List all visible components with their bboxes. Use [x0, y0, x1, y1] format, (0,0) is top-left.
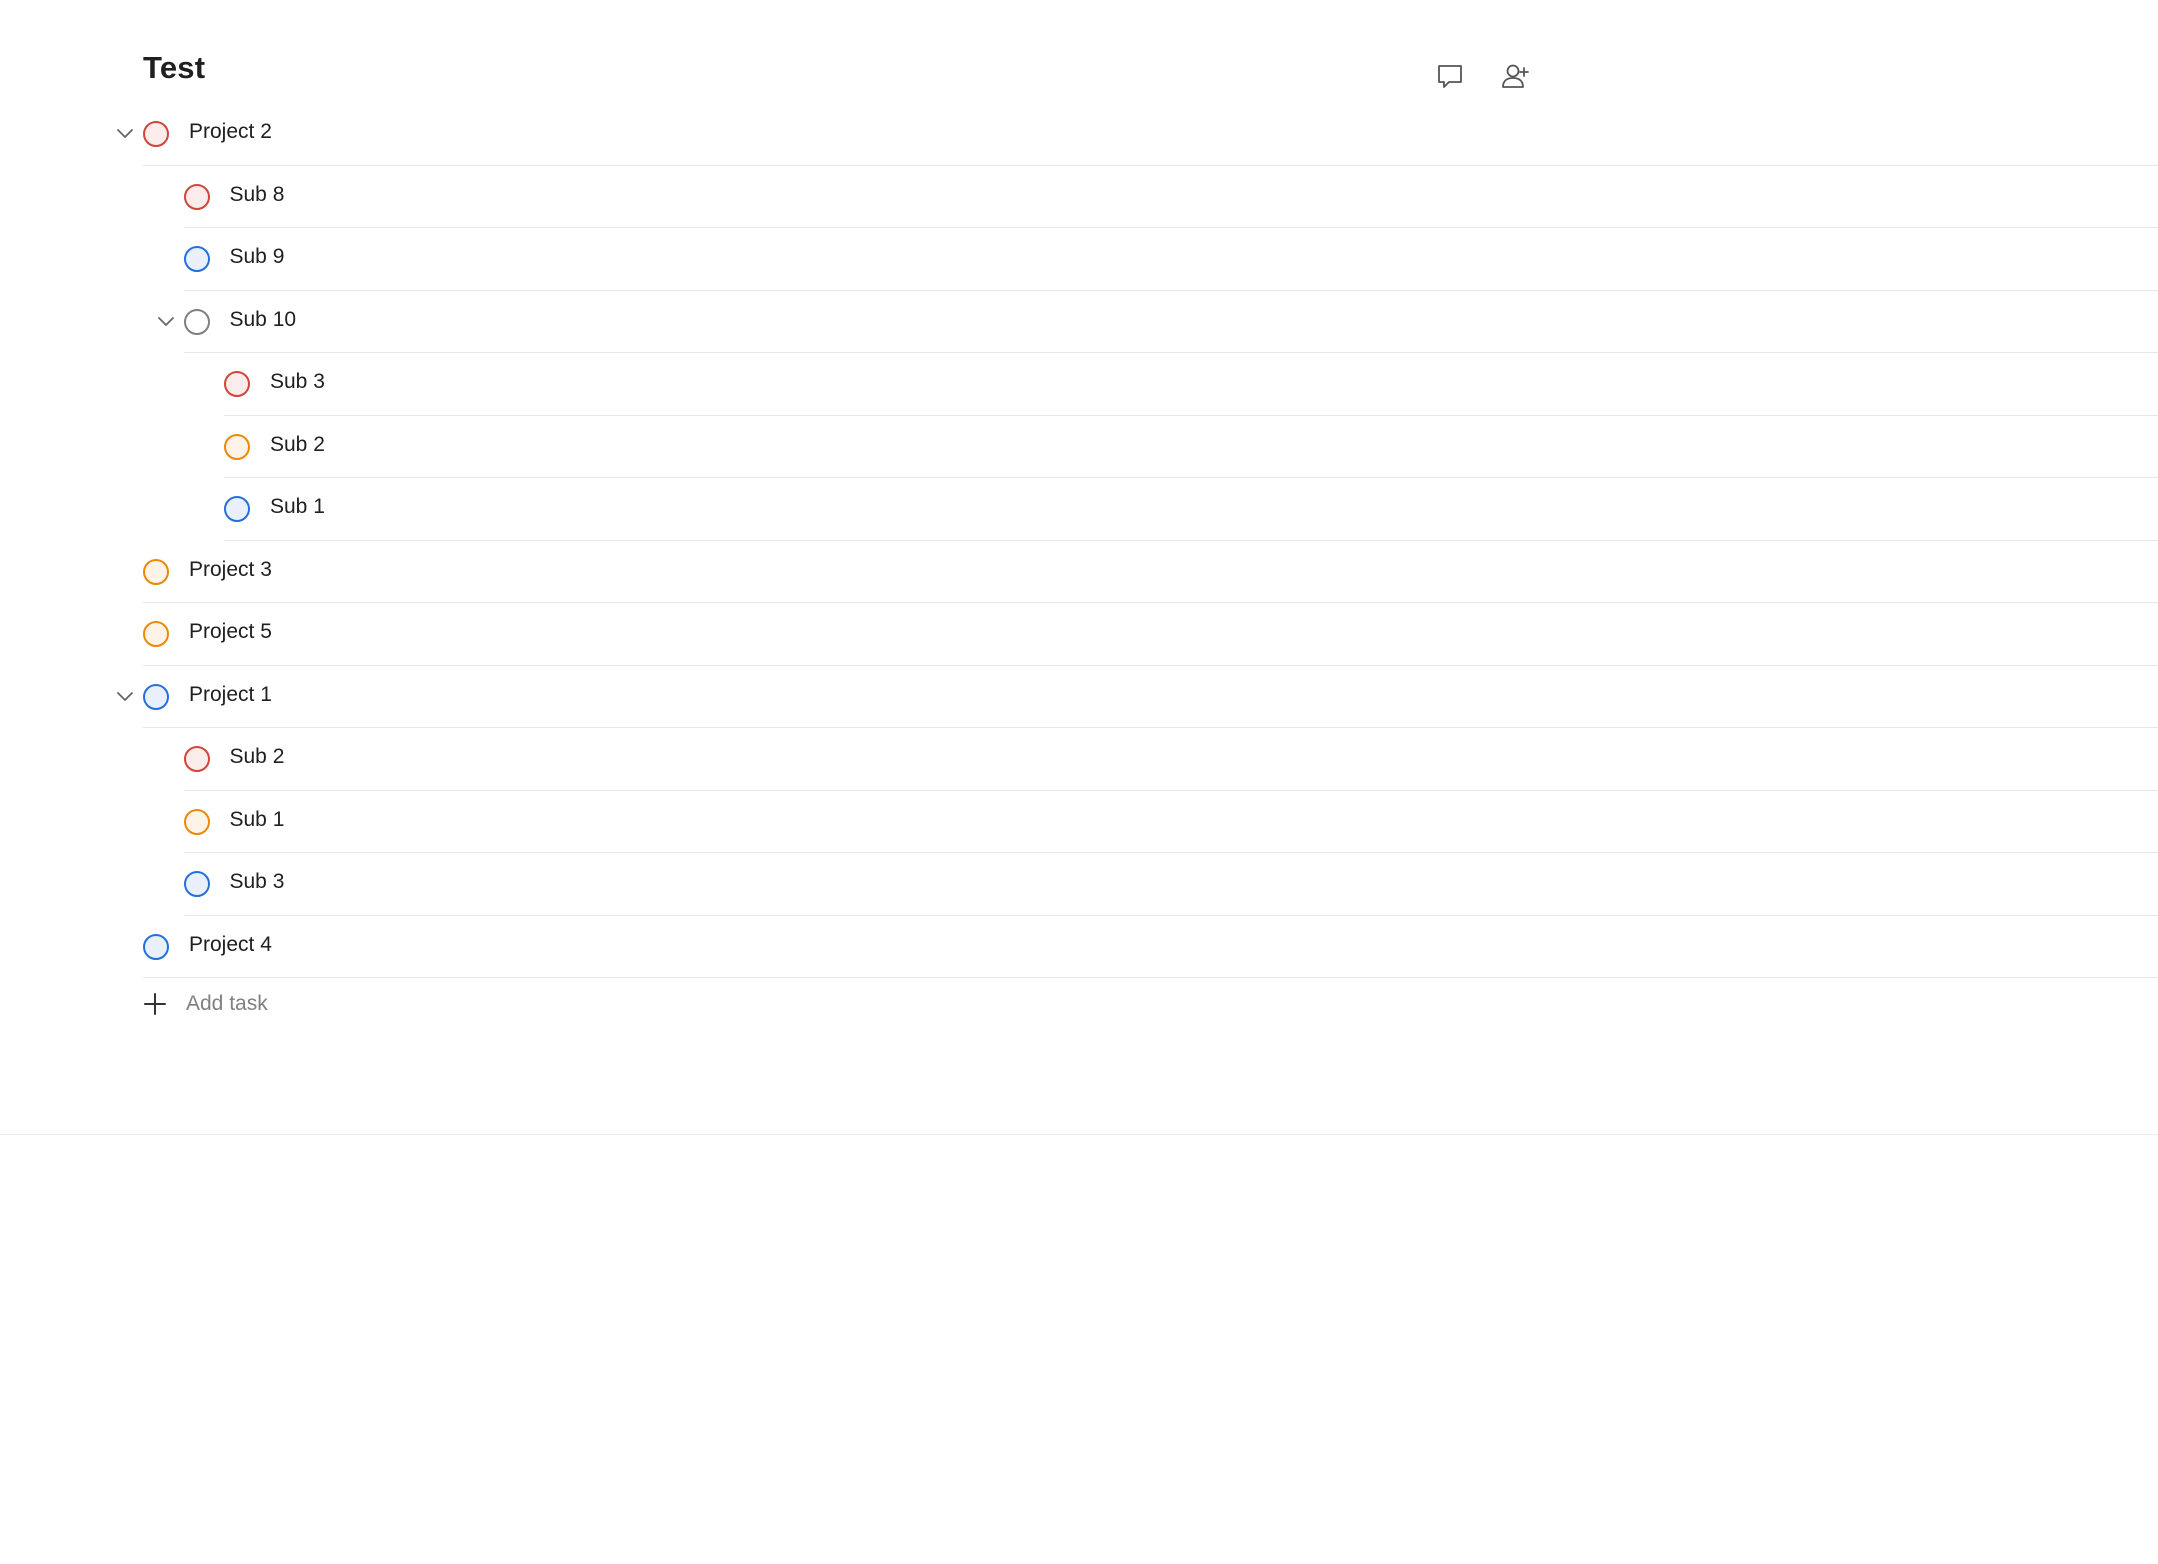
task-row[interactable]: Sub 1 — [0, 791, 2158, 853]
task-label[interactable]: Sub 2 — [230, 745, 285, 769]
task-label[interactable]: Sub 9 — [230, 245, 285, 269]
page-title: Test — [143, 50, 206, 85]
task-checkbox[interactable] — [143, 683, 169, 710]
task-list: Project 2 Sub 8 Sub 9 Sub 10 Sub 3 Sub 2 Sub 1… — [0, 103, 2158, 978]
task-row[interactable]: Project 2 — [0, 103, 2158, 166]
task-row[interactable]: Project 5 — [0, 603, 2158, 666]
task-checkbox[interactable] — [183, 808, 210, 835]
task-row[interactable]: Sub 10 — [0, 291, 2158, 353]
task-label[interactable]: Sub 2 — [270, 433, 325, 457]
task-checkbox[interactable] — [183, 871, 210, 897]
add-person-icon — [1500, 61, 1532, 96]
task-checkbox[interactable] — [183, 746, 210, 772]
task-label[interactable]: Sub 1 — [230, 808, 285, 832]
project-view: Test Project 2 Sub 8 Sub 9 Sub 10 Sub 3 Sub 2… — [0, 0, 2158, 1564]
add-task-button[interactable]: Add task — [141, 990, 268, 1018]
task-row[interactable]: Sub 2 — [0, 416, 2158, 478]
task-label[interactable]: Sub 10 — [230, 308, 297, 332]
comments-button[interactable] — [1426, 58, 1474, 98]
task-label[interactable]: Project 4 — [189, 933, 272, 957]
task-checkbox[interactable] — [224, 496, 250, 522]
header-actions — [1426, 58, 1540, 98]
plus-icon — [141, 990, 169, 1018]
task-row[interactable]: Project 1 — [0, 666, 2158, 728]
task-row[interactable]: Sub 2 — [0, 728, 2158, 791]
task-checkbox[interactable] — [143, 121, 169, 147]
task-row[interactable]: Sub 3 — [0, 353, 2158, 416]
task-label[interactable]: Project 5 — [189, 620, 272, 644]
task-checkbox[interactable] — [224, 433, 250, 460]
task-checkbox[interactable] — [183, 246, 210, 272]
task-row[interactable]: Sub 8 — [0, 166, 2158, 228]
share-button[interactable] — [1492, 58, 1540, 98]
chevron-down-icon[interactable] — [153, 309, 179, 335]
chevron-down-icon[interactable] — [112, 121, 138, 147]
chevron-down-icon[interactable] — [112, 684, 138, 710]
task-row[interactable]: Project 3 — [0, 541, 2158, 603]
task-row[interactable]: Sub 9 — [0, 228, 2158, 291]
task-label[interactable]: Sub 8 — [230, 183, 285, 207]
task-checkbox[interactable] — [183, 308, 210, 335]
task-checkbox[interactable] — [224, 371, 250, 397]
add-task-label: Add task — [186, 992, 268, 1015]
task-row[interactable]: Project 4 — [0, 916, 2158, 978]
task-label[interactable]: Sub 3 — [270, 370, 325, 394]
task-row[interactable]: Sub 1 — [0, 478, 2158, 541]
task-checkbox[interactable] — [183, 183, 210, 210]
task-label[interactable]: Sub 3 — [230, 870, 285, 894]
task-label[interactable]: Project 2 — [189, 120, 272, 144]
comment-icon — [1435, 61, 1465, 96]
task-checkbox[interactable] — [143, 621, 169, 647]
task-row[interactable]: Sub 3 — [0, 853, 2158, 916]
task-checkbox[interactable] — [143, 933, 169, 960]
task-checkbox[interactable] — [143, 558, 169, 585]
row-divider — [143, 977, 2158, 978]
divider — [0, 1134, 2158, 1135]
task-label[interactable]: Sub 1 — [270, 495, 325, 519]
task-label[interactable]: Project 3 — [189, 558, 272, 582]
task-label[interactable]: Project 1 — [189, 683, 272, 707]
